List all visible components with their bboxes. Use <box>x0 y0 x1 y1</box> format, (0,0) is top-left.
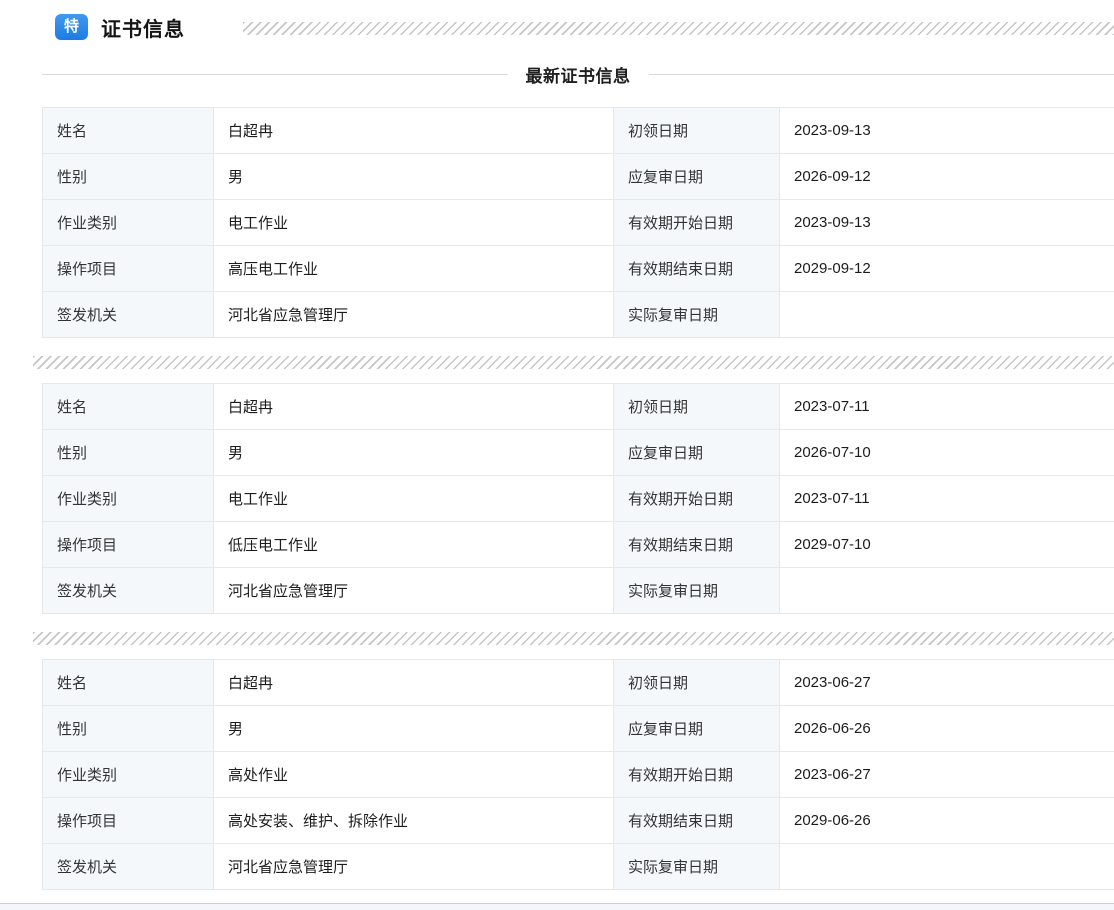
field-value-name: 白超冉 <box>214 108 614 154</box>
table-row: 姓名 白超冉 初领日期 2023-06-27 <box>43 660 1114 706</box>
field-label-validity-start-date: 有效期开始日期 <box>614 752 780 798</box>
field-value-gender: 男 <box>214 154 614 200</box>
field-value-actual-review-date <box>780 292 1114 338</box>
table-row: 作业类别 高处作业 有效期开始日期 2023-06-27 <box>43 752 1114 798</box>
table-row: 姓名 白超冉 初领日期 2023-09-13 <box>43 108 1114 154</box>
field-value-name: 白超冉 <box>214 660 614 706</box>
field-value-actual-review-date <box>780 568 1114 614</box>
field-value-gender: 男 <box>214 430 614 476</box>
field-label-validity-end-date: 有效期结束日期 <box>614 246 780 292</box>
table-row: 操作项目 高处安装、维护、拆除作业 有效期结束日期 2029-06-26 <box>43 798 1114 844</box>
table-row: 签发机关 河北省应急管理厅 实际复审日期 <box>43 568 1114 614</box>
table-row: 性别 男 应复审日期 2026-09-12 <box>43 154 1114 200</box>
field-label-actual-review-date: 实际复审日期 <box>614 844 780 890</box>
separator-stripes-icon <box>33 356 1114 369</box>
certificate-table-2: 姓名 白超冉 初领日期 2023-07-11 性别 男 应复审日期 2026-0… <box>42 383 1114 614</box>
field-value-initial-issue-date: 2023-09-13 <box>780 108 1114 154</box>
table-row: 姓名 白超冉 初领日期 2023-07-11 <box>43 384 1114 430</box>
field-value-validity-start-date: 2023-06-27 <box>780 752 1114 798</box>
field-label-actual-review-date: 实际复审日期 <box>614 568 780 614</box>
certificate-table-1: 姓名 白超冉 初领日期 2023-09-13 性别 男 应复审日期 2026-0… <box>42 107 1114 338</box>
field-label-initial-issue-date: 初领日期 <box>614 660 780 706</box>
table-row: 性别 男 应复审日期 2026-07-10 <box>43 430 1114 476</box>
table-row: 性别 男 应复审日期 2026-06-26 <box>43 706 1114 752</box>
field-label-review-due-date: 应复审日期 <box>614 430 780 476</box>
field-label-gender: 性别 <box>43 154 214 200</box>
special-work-badge: 特 <box>55 14 88 40</box>
certificate-info-page: 特 证书信息 最新证书信息 姓名 白超冉 初领日期 2023-09-13 性别 … <box>0 0 1114 890</box>
field-label-issuing-authority: 签发机关 <box>43 292 214 338</box>
field-label-initial-issue-date: 初领日期 <box>614 108 780 154</box>
field-label-validity-start-date: 有效期开始日期 <box>614 200 780 246</box>
field-value-operation-item: 高处安装、维护、拆除作业 <box>214 798 614 844</box>
section-title: 最新证书信息 <box>526 62 631 87</box>
decorative-stripes-icon <box>243 22 1114 35</box>
horizontal-scrollbar[interactable] <box>0 903 1114 910</box>
field-value-job-category: 电工作业 <box>214 476 614 522</box>
divider-line-left <box>42 74 508 75</box>
table-row: 操作项目 低压电工作业 有效期结束日期 2029-07-10 <box>43 522 1114 568</box>
field-label-name: 姓名 <box>43 660 214 706</box>
field-label-job-category: 作业类别 <box>43 752 214 798</box>
separator-stripes-icon <box>33 632 1114 645</box>
field-value-issuing-authority: 河北省应急管理厅 <box>214 292 614 338</box>
certificate-table-3: 姓名 白超冉 初领日期 2023-06-27 性别 男 应复审日期 2026-0… <box>42 659 1114 890</box>
field-value-issuing-authority: 河北省应急管理厅 <box>214 844 614 890</box>
field-value-job-category: 高处作业 <box>214 752 614 798</box>
field-label-review-due-date: 应复审日期 <box>614 154 780 200</box>
field-value-operation-item: 高压电工作业 <box>214 246 614 292</box>
field-label-validity-start-date: 有效期开始日期 <box>614 476 780 522</box>
field-label-name: 姓名 <box>43 384 214 430</box>
field-label-operation-item: 操作项目 <box>43 522 214 568</box>
field-value-actual-review-date <box>780 844 1114 890</box>
field-value-issuing-authority: 河北省应急管理厅 <box>214 568 614 614</box>
field-value-review-due-date: 2026-07-10 <box>780 430 1114 476</box>
field-value-review-due-date: 2026-06-26 <box>780 706 1114 752</box>
field-value-validity-start-date: 2023-07-11 <box>780 476 1114 522</box>
field-value-job-category: 电工作业 <box>214 200 614 246</box>
field-label-issuing-authority: 签发机关 <box>43 568 214 614</box>
page-title: 证书信息 <box>101 13 185 42</box>
field-label-review-due-date: 应复审日期 <box>614 706 780 752</box>
table-row: 签发机关 河北省应急管理厅 实际复审日期 <box>43 292 1114 338</box>
field-label-job-category: 作业类别 <box>43 476 214 522</box>
field-label-operation-item: 操作项目 <box>43 798 214 844</box>
field-label-validity-end-date: 有效期结束日期 <box>614 522 780 568</box>
field-label-actual-review-date: 实际复审日期 <box>614 292 780 338</box>
field-label-gender: 性别 <box>43 430 214 476</box>
field-label-validity-end-date: 有效期结束日期 <box>614 798 780 844</box>
divider-line-right <box>649 74 1114 75</box>
field-value-validity-end-date: 2029-07-10 <box>780 522 1114 568</box>
field-value-validity-start-date: 2023-09-13 <box>780 200 1114 246</box>
field-label-initial-issue-date: 初领日期 <box>614 384 780 430</box>
field-value-gender: 男 <box>214 706 614 752</box>
field-label-issuing-authority: 签发机关 <box>43 844 214 890</box>
table-row: 签发机关 河北省应急管理厅 实际复审日期 <box>43 844 1114 890</box>
field-value-name: 白超冉 <box>214 384 614 430</box>
field-label-operation-item: 操作项目 <box>43 246 214 292</box>
field-value-review-due-date: 2026-09-12 <box>780 154 1114 200</box>
field-value-validity-end-date: 2029-06-26 <box>780 798 1114 844</box>
field-label-job-category: 作业类别 <box>43 200 214 246</box>
table-row: 操作项目 高压电工作业 有效期结束日期 2029-09-12 <box>43 246 1114 292</box>
table-row: 作业类别 电工作业 有效期开始日期 2023-09-13 <box>43 200 1114 246</box>
field-value-initial-issue-date: 2023-07-11 <box>780 384 1114 430</box>
field-label-gender: 性别 <box>43 706 214 752</box>
page-header: 特 证书信息 <box>0 0 1114 42</box>
field-label-name: 姓名 <box>43 108 214 154</box>
field-value-initial-issue-date: 2023-06-27 <box>780 660 1114 706</box>
field-value-operation-item: 低压电工作业 <box>214 522 614 568</box>
table-row: 作业类别 电工作业 有效期开始日期 2023-07-11 <box>43 476 1114 522</box>
section-divider: 最新证书信息 <box>42 62 1114 87</box>
field-value-validity-end-date: 2029-09-12 <box>780 246 1114 292</box>
